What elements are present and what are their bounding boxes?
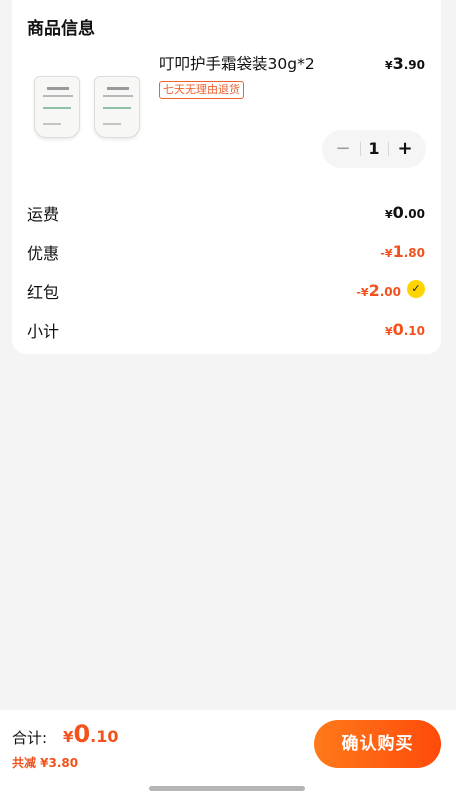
pouch-icon xyxy=(34,76,80,138)
decrease-button[interactable]: − xyxy=(332,130,354,168)
quantity-value[interactable]: 1 xyxy=(362,130,386,168)
quantity-stepper: − 1 + xyxy=(322,130,426,168)
red-packet-value[interactable]: -¥2.00 xyxy=(356,281,401,300)
product-info-card: 商品信息 叮叩护手霜袋装30g*2 ¥3.90 七天无理由退货 − 1 + 运费… xyxy=(12,0,441,354)
subtotal-label: 小计 xyxy=(27,322,60,341)
divider xyxy=(360,142,361,156)
total-amount: ¥0.10 xyxy=(63,720,119,748)
checkout-bar: 合计: ¥0.10 共减 ¥3.80 确认购买 xyxy=(0,710,456,800)
return-policy-badge: 七天无理由退货 xyxy=(159,81,244,99)
product-image[interactable] xyxy=(32,76,144,142)
section-title: 商品信息 xyxy=(27,19,95,39)
product-price: ¥3.90 xyxy=(384,54,425,73)
total-label: 合计: xyxy=(12,729,48,747)
discount-value[interactable]: -¥1.80 xyxy=(380,242,425,261)
shipping-value: ¥0.00 xyxy=(384,203,425,222)
shipping-label: 运费 xyxy=(27,205,60,224)
divider xyxy=(388,142,389,156)
red-packet-label: 红包 xyxy=(27,283,60,302)
subtotal-value: ¥0.10 xyxy=(384,320,425,339)
home-indicator[interactable] xyxy=(149,786,305,791)
pouch-icon xyxy=(94,76,140,138)
confirm-purchase-button[interactable]: 确认购买 xyxy=(314,720,441,768)
product-name[interactable]: 叮叩护手霜袋装30g*2 xyxy=(159,52,315,74)
increase-button[interactable]: + xyxy=(394,130,416,168)
discount-label: 优惠 xyxy=(27,244,60,263)
checkmark-icon[interactable]: ✓ xyxy=(407,280,425,298)
savings-text: 共减 ¥3.80 xyxy=(12,756,79,770)
